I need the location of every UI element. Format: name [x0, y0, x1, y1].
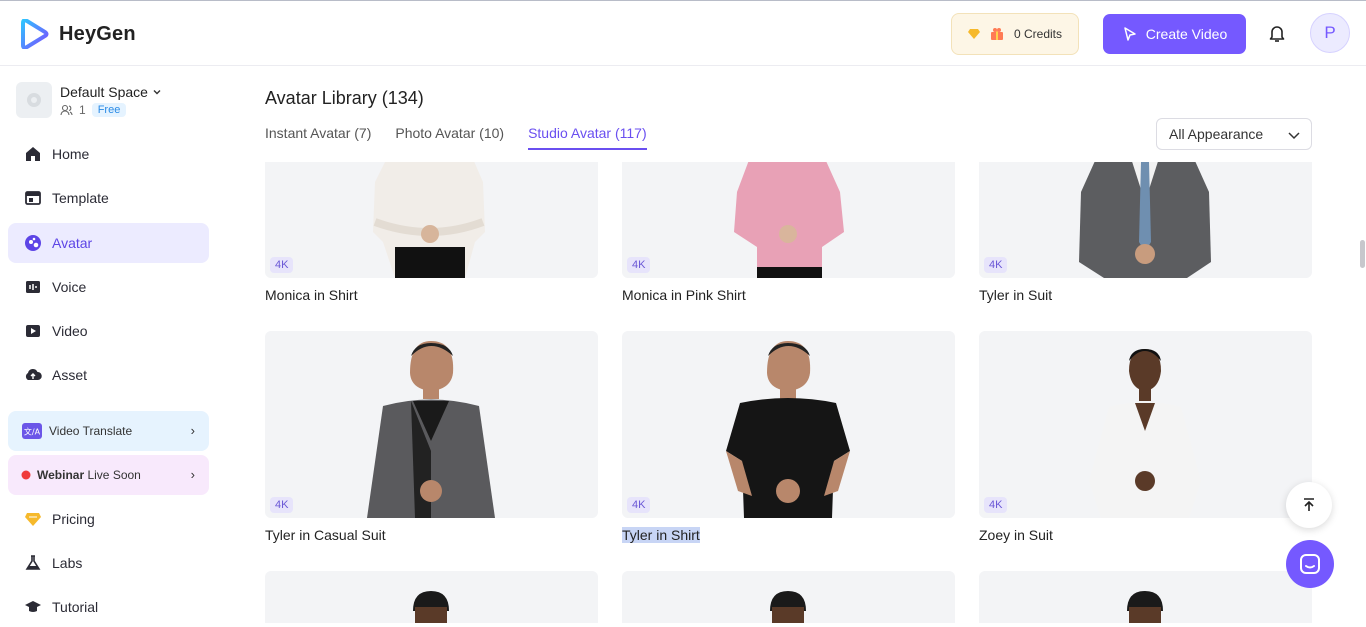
- space-switcher[interactable]: Default Space 1 Free: [16, 82, 162, 118]
- members-icon: [60, 104, 73, 115]
- avatar-card[interactable]: 4K Tyler in Casual Suit: [265, 331, 598, 543]
- chevron-down-icon: [1288, 132, 1300, 140]
- space-name: Default Space: [60, 84, 162, 100]
- arrow-up-icon: [1304, 498, 1314, 511]
- tab-photo-avatar[interactable]: Photo Avatar (10): [395, 125, 504, 150]
- avatar-thumbnail: [979, 571, 1312, 623]
- tab-studio-avatar[interactable]: Studio Avatar (117): [528, 125, 647, 150]
- avatar-figure: [734, 162, 844, 278]
- space-logo: [16, 82, 52, 118]
- resolution-badge: 4K: [270, 497, 294, 513]
- logo[interactable]: HeyGen: [21, 19, 136, 49]
- notification-bell-icon[interactable]: [1268, 23, 1286, 48]
- gear-icon: [27, 93, 41, 107]
- appearance-filter-select[interactable]: All Appearance: [1156, 118, 1312, 150]
- avatar-name: Tyler in Casual Suit: [265, 527, 386, 543]
- page-title: Avatar Library (134): [265, 88, 424, 108]
- avatar-card[interactable]: 4K Zoey in Suit: [979, 331, 1312, 543]
- home-icon: [26, 147, 40, 161]
- create-video-label: Create Video: [1145, 26, 1228, 42]
- avatar-tabs: Instant Avatar (7) Photo Avatar (10) Stu…: [265, 125, 647, 150]
- avatar-thumbnail: 4K: [979, 331, 1312, 518]
- avatar-figure: [1079, 162, 1211, 278]
- space-meta: 1 Free: [60, 102, 162, 117]
- sidebar-item-label: Home: [52, 146, 90, 162]
- avatar-name: Zoey in Suit: [979, 527, 1053, 543]
- avatar-card[interactable]: 4K Tyler in Shirt: [622, 331, 955, 545]
- avatar-figure: [413, 591, 449, 623]
- avatar-figure: [770, 591, 806, 623]
- avatar-thumbnail: 4K: [622, 162, 955, 278]
- cursor-play-icon: [1124, 27, 1136, 41]
- avatar-name: Monica in Pink Shirt: [622, 287, 746, 303]
- avatar-card[interactable]: [979, 571, 1312, 623]
- app-name: HeyGen: [59, 22, 136, 45]
- profile-initial: P: [1324, 23, 1336, 42]
- appearance-filter-value: All Appearance: [1169, 126, 1264, 142]
- resolution-badge: 4K: [270, 257, 294, 273]
- heygen-logo-icon: [21, 19, 49, 49]
- avatar-name: Tyler in Shirt: [622, 527, 700, 543]
- avatar-card[interactable]: [265, 571, 598, 623]
- avatar-thumbnail: 4K: [979, 162, 1312, 278]
- chevron-down-icon: [153, 89, 161, 94]
- avatar-card[interactable]: [622, 571, 955, 623]
- resolution-badge: 4K: [627, 497, 651, 513]
- avatar-name: Tyler in Suit: [979, 287, 1053, 303]
- resolution-badge: 4K: [984, 257, 1008, 273]
- space-name-text: Default Space: [60, 83, 148, 100]
- avatar-thumbnail: 4K: [265, 162, 598, 278]
- diamond-icon: [968, 29, 980, 39]
- avatar-figure: [1127, 591, 1163, 623]
- avatar-card[interactable]: 4K Monica in Shirt: [265, 162, 598, 303]
- gift-icon: [991, 28, 1003, 40]
- avatar-card[interactable]: 4K Monica in Pink Shirt: [622, 162, 955, 303]
- profile-avatar[interactable]: P: [1310, 13, 1350, 53]
- avatar-grid: 4K Monica in Shirt 4K Monica in Pink Shi…: [0, 162, 1366, 623]
- tab-instant-avatar[interactable]: Instant Avatar (7): [265, 125, 371, 150]
- avatar-thumbnail: [622, 571, 955, 623]
- member-count: 1: [79, 102, 86, 117]
- credits-label: 0 Credits: [1014, 27, 1063, 41]
- top-bar: HeyGen 0 Credits Create Video P: [0, 0, 1366, 66]
- scroll-to-top-button[interactable]: [1286, 482, 1332, 528]
- credits-button[interactable]: 0 Credits: [951, 13, 1079, 55]
- resolution-badge: 4K: [984, 497, 1008, 513]
- avatar-card[interactable]: 4K Tyler in Suit: [979, 162, 1312, 303]
- avatar-figure: [373, 162, 485, 278]
- plan-badge: Free: [91, 102, 127, 117]
- avatar-figure: [726, 341, 850, 518]
- chat-icon: [1300, 554, 1320, 574]
- chat-support-button[interactable]: [1286, 540, 1334, 588]
- avatar-thumbnail: 4K: [622, 331, 955, 518]
- resolution-badge: 4K: [627, 257, 651, 273]
- avatar-thumbnail: 4K: [265, 331, 598, 518]
- avatar-thumbnail: [265, 571, 598, 623]
- avatar-figure: [367, 341, 495, 518]
- avatar-name: Monica in Shirt: [265, 287, 358, 303]
- create-video-button[interactable]: Create Video: [1103, 14, 1246, 54]
- avatar-figure: [1089, 349, 1201, 518]
- page-scrollbar[interactable]: [1360, 240, 1365, 268]
